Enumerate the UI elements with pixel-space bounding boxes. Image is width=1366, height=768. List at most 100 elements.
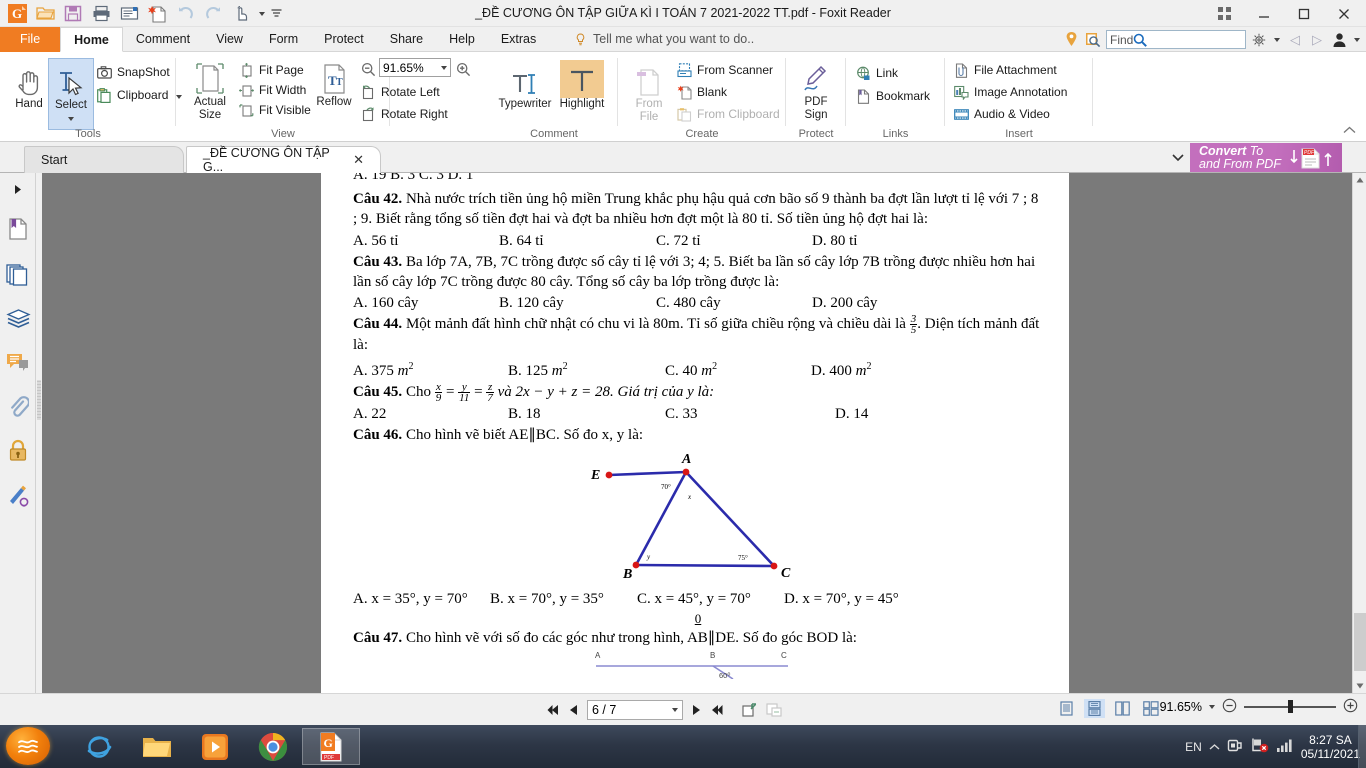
zoom-level-dropdown-icon[interactable] [441, 65, 447, 70]
previous-page-button[interactable] [569, 704, 578, 716]
facing-view-button[interactable] [1112, 699, 1133, 718]
account-avatar-icon[interactable] [1330, 30, 1348, 49]
convert-dropdown-icon[interactable] [1166, 143, 1190, 172]
layers-panel-icon[interactable] [0, 297, 36, 341]
last-page-button[interactable] [710, 704, 725, 716]
fit-visible-button[interactable]: Fit Visible [238, 100, 311, 120]
actual-size-button[interactable]: Actual Size [184, 58, 236, 122]
touch-mode-dropdown-icon[interactable] [256, 2, 267, 26]
zoom-slider-thumb[interactable] [1288, 700, 1293, 713]
search-text-icon[interactable] [1084, 30, 1102, 49]
first-page-button[interactable] [545, 704, 560, 716]
taskbar-internet-explorer[interactable] [70, 728, 128, 765]
customize-toolbar-icon[interactable] [269, 2, 284, 26]
bookmark-button[interactable]: Bookmark [855, 86, 930, 106]
print-icon[interactable] [88, 2, 114, 26]
maximize-icon[interactable] [1284, 1, 1324, 26]
find-next-icon[interactable]: ▷ [1308, 30, 1326, 49]
scrollbar-thumb[interactable] [1354, 613, 1366, 671]
fit-width-button[interactable]: Fit Width [238, 80, 306, 100]
collapse-ribbon-icon[interactable] [1343, 123, 1356, 137]
status-zoom-in-button[interactable] [1343, 698, 1358, 716]
single-page-view-button[interactable] [1056, 699, 1077, 718]
rotate-left-button[interactable]: Rotate Left [360, 82, 440, 102]
zoom-out-button[interactable] [360, 59, 376, 79]
power-icon[interactable] [1227, 737, 1244, 757]
page-number-input[interactable]: 6 / 7 [587, 699, 683, 720]
menu-comment[interactable]: Comment [123, 27, 203, 52]
highlight-button[interactable]: Highlight [556, 60, 608, 110]
hand-tool-button[interactable]: Hand [6, 60, 52, 110]
document-viewport[interactable]: A. 19 B. 3 C. 3 D. 1 Câu 42. Nhà nước tr… [42, 173, 1366, 693]
link-button[interactable]: Link [855, 63, 898, 83]
clipboard-button[interactable]: Clipboard [96, 85, 183, 105]
facing-continuous-view-button[interactable] [1140, 699, 1161, 718]
foxit-logo-icon[interactable]: G [4, 2, 30, 26]
status-zoom-dropdown-icon[interactable] [1209, 705, 1215, 709]
next-page-button[interactable] [692, 704, 701, 716]
minimize-icon[interactable] [1244, 1, 1284, 26]
security-panel-icon[interactable] [0, 429, 36, 473]
bookmarks-panel-icon[interactable] [0, 205, 36, 253]
show-hidden-icons[interactable] [1209, 740, 1220, 754]
rotate-right-button[interactable]: Rotate Right [360, 104, 448, 124]
scroll-down-icon[interactable] [1353, 679, 1366, 693]
reflow-button[interactable]: TT Reflow [308, 58, 360, 108]
select-tool-dropdown-icon[interactable] [49, 112, 93, 124]
select-tool-button[interactable]: Select [48, 58, 94, 130]
previous-view-button[interactable] [740, 702, 757, 717]
show-desktop-button[interactable] [1358, 725, 1366, 768]
taskbar-foxit-reader[interactable]: G PDF [302, 728, 360, 765]
fit-page-button[interactable]: Fit Page [238, 60, 304, 80]
zoom-in-button[interactable] [455, 59, 471, 79]
find-settings-icon[interactable] [1250, 30, 1268, 49]
save-icon[interactable] [60, 2, 86, 26]
menu-view[interactable]: View [203, 27, 256, 52]
touch-mode-icon[interactable] [228, 2, 254, 26]
signatures-panel-icon[interactable] [0, 473, 36, 517]
scroll-up-icon[interactable] [1353, 173, 1366, 187]
new-from-template-icon[interactable] [144, 2, 170, 26]
start-button[interactable] [6, 727, 50, 765]
zoom-slider[interactable] [1244, 700, 1336, 714]
status-zoom-out-button[interactable] [1222, 698, 1237, 716]
tab-close-icon[interactable]: ✕ [353, 152, 364, 168]
volume-icon[interactable] [1276, 738, 1294, 756]
account-dropdown-icon[interactable] [1352, 30, 1362, 49]
email-icon[interactable] [116, 2, 142, 26]
redo-icon[interactable] [200, 2, 226, 26]
menu-home[interactable]: Home [60, 27, 123, 52]
menu-protect[interactable]: Protect [311, 27, 377, 52]
convert-banner[interactable]: Convert To and From PDF PDF [1190, 143, 1342, 172]
from-file-button[interactable]: From File [626, 60, 672, 124]
file-attachment-button[interactable]: File Attachment [953, 60, 1057, 80]
page-number-dropdown-icon[interactable] [672, 707, 678, 712]
continuous-view-button[interactable] [1084, 699, 1105, 718]
image-annotation-button[interactable]: Image Annotation [953, 82, 1067, 102]
find-dropdown-icon[interactable] [1272, 30, 1282, 49]
blank-page-button[interactable]: Blank [676, 82, 727, 102]
tell-me-search[interactable]: Tell me what you want to do.. [575, 27, 754, 52]
taskbar-chrome[interactable] [244, 728, 302, 765]
network-error-icon[interactable] [1251, 737, 1269, 756]
document-vertical-scrollbar[interactable] [1352, 173, 1366, 693]
menu-extras[interactable]: Extras [488, 27, 549, 52]
splitter-grip[interactable] [37, 380, 41, 420]
restore-layout-icon[interactable] [1204, 1, 1244, 26]
taskbar-media-player[interactable] [186, 728, 244, 765]
close-icon[interactable] [1324, 1, 1364, 26]
find-previous-icon[interactable]: ◁ [1286, 30, 1304, 49]
from-clipboard-button[interactable]: From Clipboard [676, 104, 780, 124]
tray-language[interactable]: EN [1185, 740, 1202, 754]
menu-file[interactable]: File [0, 27, 61, 52]
comments-panel-icon[interactable] [0, 341, 36, 385]
audio-video-button[interactable]: Audio & Video [953, 104, 1050, 124]
menu-share[interactable]: Share [377, 27, 436, 52]
expand-panel-icon[interactable] [0, 173, 36, 205]
taskbar-file-explorer[interactable] [128, 728, 186, 765]
tab-start[interactable]: Start [24, 146, 184, 173]
pdf-sign-button[interactable]: PDF Sign [792, 58, 840, 122]
highlight-marker-icon[interactable] [1062, 30, 1080, 49]
next-view-button[interactable] [766, 702, 783, 717]
undo-icon[interactable] [172, 2, 198, 26]
